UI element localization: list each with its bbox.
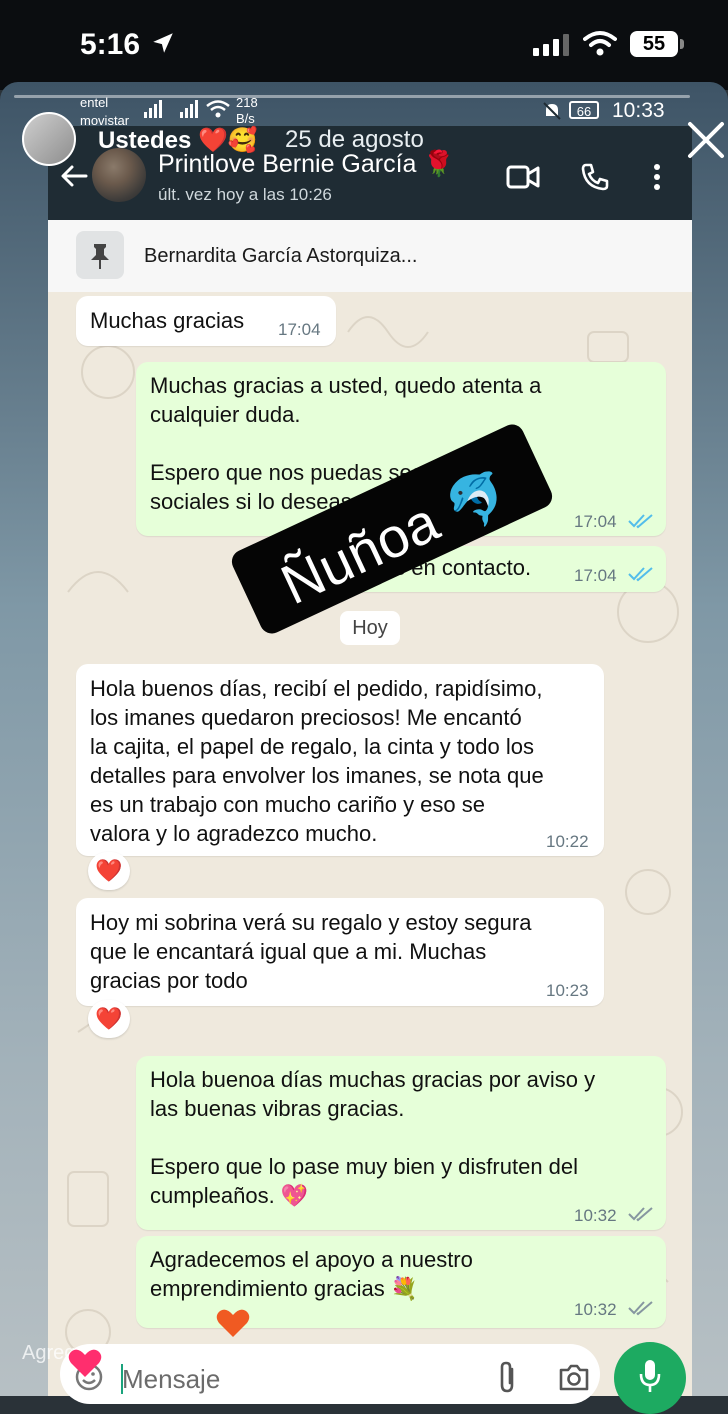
read-ticks-icon <box>628 1207 653 1222</box>
reaction-heart[interactable]: ❤️ <box>88 1000 130 1038</box>
story-avatar[interactable] <box>22 112 76 166</box>
message-time: 10:32 <box>574 1300 617 1319</box>
read-ticks-icon <box>628 1301 653 1316</box>
heart-icon: ❤️ <box>95 858 123 883</box>
story-comment-input[interactable]: Agrega un comentario... <box>22 1342 235 1365</box>
read-ticks-icon <box>628 567 653 582</box>
reaction-heart[interactable]: ❤️ <box>88 852 130 890</box>
message-time: 10:23 <box>546 981 589 1000</box>
pinned-message-text: Bernardita García Astorquiza... <box>144 245 418 267</box>
carrier-1: entel <box>80 95 109 110</box>
battery-cap <box>680 39 684 49</box>
ios-clock: 5:16 <box>80 28 141 61</box>
attach-icon[interactable] <box>496 1360 518 1394</box>
story-username[interactable]: Ustedes ❤️🥰 <box>98 126 258 155</box>
mic-icon <box>639 1360 661 1392</box>
message-time: 17:04 <box>574 566 617 585</box>
video-call-icon[interactable] <box>506 164 540 190</box>
android-clock: 10:33 <box>612 99 665 122</box>
phone-icon[interactable] <box>580 162 610 192</box>
story-date: 25 de agosto <box>285 126 424 153</box>
day-separator: Hoy <box>340 611 400 645</box>
contact-avatar[interactable] <box>92 148 146 202</box>
signal-icon <box>144 100 162 118</box>
mute-icon <box>543 102 561 120</box>
pin-icon <box>91 244 109 269</box>
battery-icon: 55 <box>630 31 678 57</box>
message-text: Agradecemos el apoyo a nuestro emprendim… <box>150 1247 473 1301</box>
heart-icon <box>216 1309 250 1337</box>
heart-icon: ❤️ <box>95 1006 123 1031</box>
wifi-icon <box>583 31 617 56</box>
message-time: 10:32 <box>574 1206 617 1225</box>
close-icon[interactable] <box>686 120 726 160</box>
message-time: 17:04 <box>278 320 321 339</box>
heart-icon[interactable] <box>68 1348 102 1378</box>
message-text: Hola buenoa días muchas gracias por avis… <box>150 1067 596 1208</box>
message-text: Hoy mi sobrina verá su regalo y estoy se… <box>90 910 532 993</box>
last-seen: últ. vez hoy a las 10:26 <box>158 185 332 204</box>
battery-icon: 66 <box>569 101 599 119</box>
more-vert-icon[interactable] <box>652 163 662 191</box>
message-input[interactable]: Mensaje <box>122 1364 220 1395</box>
signal-icon <box>180 100 198 118</box>
net-speed-value: 218 <box>236 95 258 110</box>
location-arrow-icon <box>153 33 173 53</box>
message-text: Muchas gracias <box>90 308 245 333</box>
message-time: 10:22 <box>546 832 589 851</box>
message-time: 17:04 <box>574 512 617 531</box>
camera-icon[interactable] <box>558 1362 590 1392</box>
wifi-icon <box>206 100 230 118</box>
message-text: Hola buenos días, recibí el pedido, rapi… <box>90 676 544 846</box>
signal-icon <box>533 34 569 56</box>
read-ticks-icon <box>628 514 653 529</box>
back-arrow-icon[interactable] <box>60 164 88 188</box>
net-speed-unit: B/s <box>236 111 255 126</box>
